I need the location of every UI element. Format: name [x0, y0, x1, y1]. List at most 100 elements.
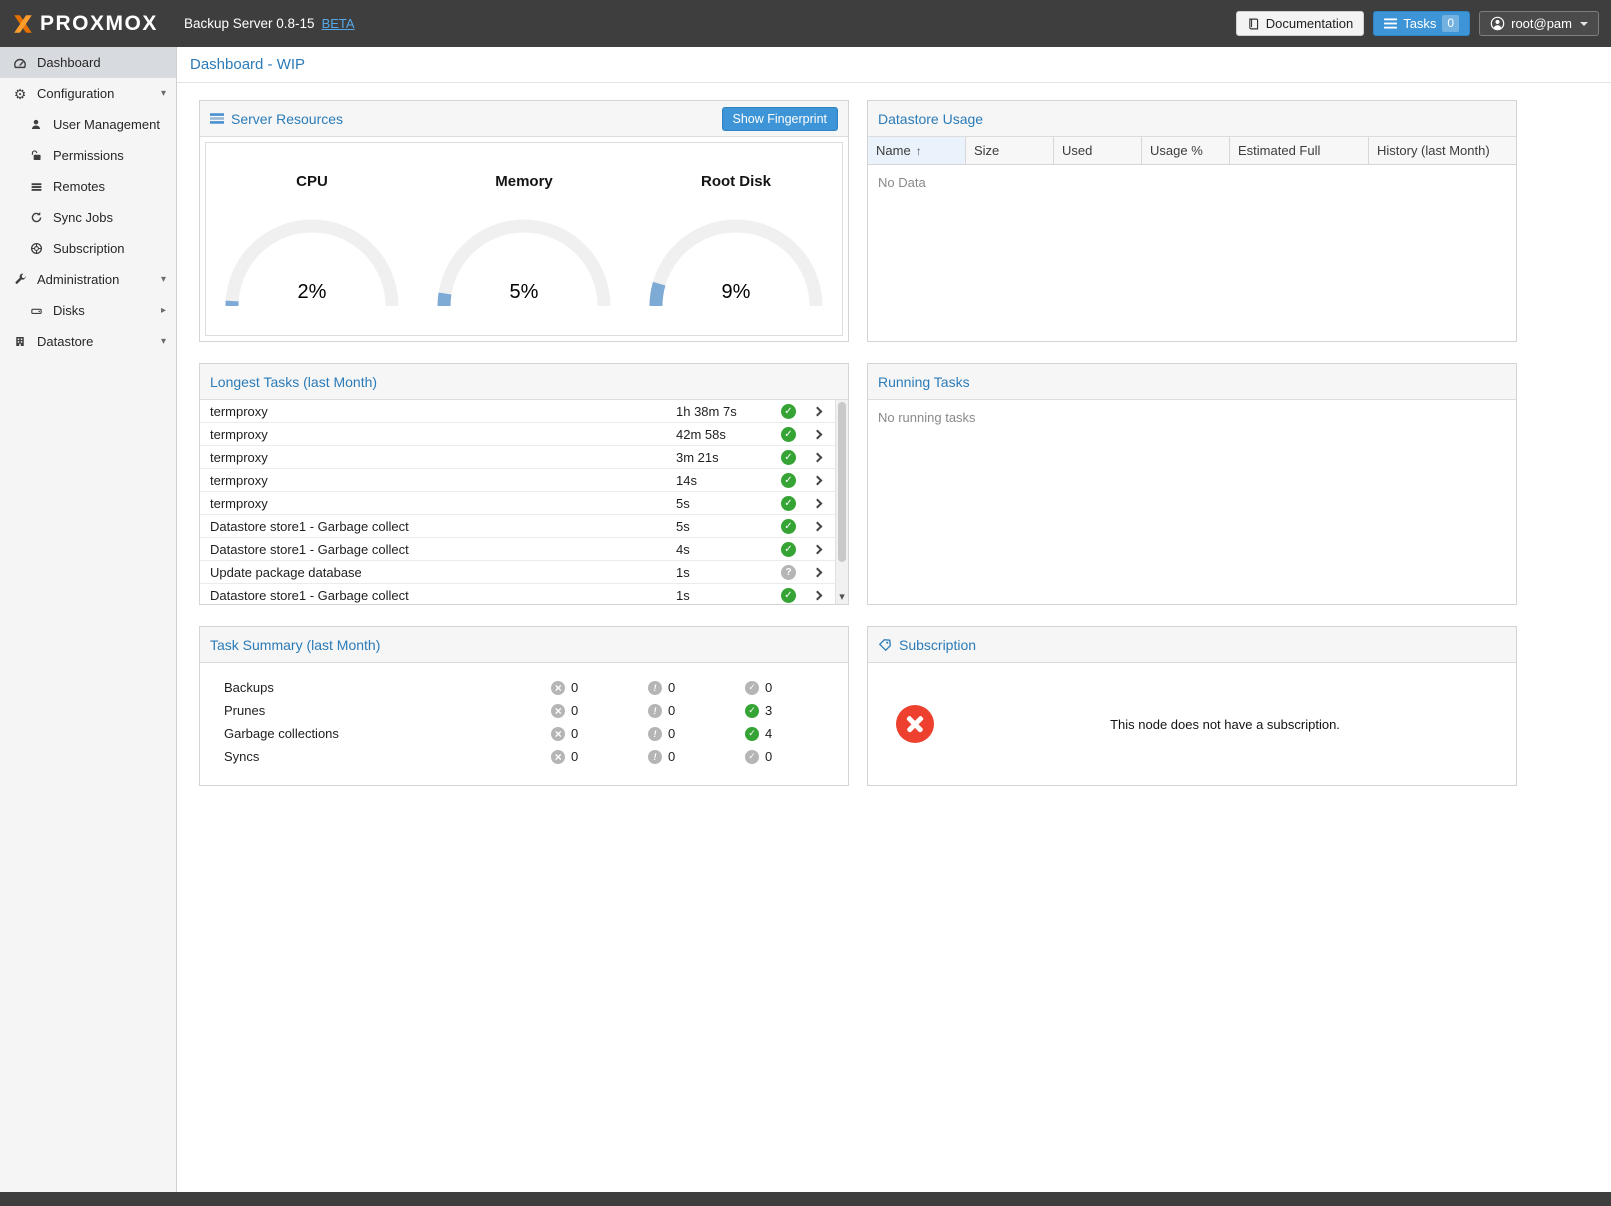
bottom-bar [0, 1192, 1611, 1206]
task-list: termproxy 1h 38m 7s termproxy 42m 58s te… [200, 400, 835, 604]
column-header-size[interactable]: Size [966, 137, 1054, 164]
task-duration: 1s [676, 588, 781, 603]
sidebar-item-label: Administration [37, 272, 119, 287]
gauge-label: CPU [296, 173, 328, 190]
summary-row[interactable]: Backups 0 0 0 [200, 676, 848, 699]
running-tasks-panel: Running Tasks No running tasks [867, 363, 1517, 605]
chevron-right-icon[interactable] [813, 567, 823, 577]
ok-count: 0 [765, 680, 772, 695]
sidebar-item-configuration[interactable]: ⚙ Configuration [0, 78, 176, 109]
status-ok-icon [781, 404, 796, 419]
chevron-right-icon[interactable] [813, 452, 823, 462]
proxmox-x-icon [12, 13, 34, 35]
sidebar-item-subscription[interactable]: Subscription [0, 233, 176, 264]
task-row[interactable]: Update package database 1s [200, 561, 835, 584]
scroll-down-arrow-icon[interactable] [836, 591, 848, 603]
task-summary-table: Backups 0 0 0 Prunes 0 0 3 Garbage colle… [200, 663, 848, 768]
main-area: Dashboard - WIP Server Resources Show Fi… [177, 47, 1611, 1192]
task-name: termproxy [210, 450, 676, 465]
chevron-down-icon[interactable] [161, 274, 166, 285]
tasks-button[interactable]: Tasks 0 [1373, 11, 1470, 36]
show-fingerprint-button[interactable]: Show Fingerprint [722, 107, 839, 131]
gauge-value: 9% [641, 281, 831, 304]
task-row[interactable]: termproxy 1h 38m 7s [200, 400, 835, 423]
gauge-label: Root Disk [701, 173, 771, 190]
sidebar-item-administration[interactable]: Administration [0, 264, 176, 295]
task-row[interactable]: termproxy 14s [200, 469, 835, 492]
chevron-right-icon[interactable] [813, 521, 823, 531]
chevron-right-icon[interactable] [813, 406, 823, 416]
tasks-count-badge: 0 [1442, 15, 1459, 32]
sidebar-item-label: Permissions [53, 148, 124, 163]
panel-title: Longest Tasks (last Month) [210, 374, 377, 390]
chevron-right-icon[interactable] [161, 305, 166, 316]
ok-count-icon [745, 750, 759, 764]
sidebar-item-label: Remotes [53, 179, 105, 194]
chevron-down-icon[interactable] [161, 336, 166, 347]
sidebar-item-label: Configuration [37, 86, 114, 101]
sidebar-item-disks[interactable]: Disks [0, 295, 176, 326]
column-header-history[interactable]: History (last Month) [1369, 137, 1516, 164]
user-menu-button[interactable]: root@pam [1479, 11, 1599, 36]
task-name: termproxy [210, 496, 676, 511]
chevron-right-icon[interactable] [813, 590, 823, 600]
status-ok-icon [781, 496, 796, 511]
scrollbar[interactable] [835, 400, 848, 604]
summary-row[interactable]: Prunes 0 0 3 [200, 699, 848, 722]
task-row[interactable]: Datastore store1 - Garbage collect 1s [200, 584, 835, 604]
sidebar-item-dashboard[interactable]: Dashboard [0, 47, 176, 78]
summary-row[interactable]: Garbage collections 0 0 4 [200, 722, 848, 745]
chevron-right-icon[interactable] [813, 475, 823, 485]
column-header-usage-pct[interactable]: Usage % [1142, 137, 1230, 164]
sidebar-item-label: Datastore [37, 334, 93, 349]
error-count: 0 [571, 703, 578, 718]
page-title: Dashboard - WIP [190, 56, 305, 73]
error-count: 0 [571, 749, 578, 764]
sidebar-item-datastore[interactable]: Datastore [0, 326, 176, 357]
panel-title: Subscription [899, 637, 976, 653]
task-row[interactable]: Datastore store1 - Garbage collect 4s [200, 538, 835, 561]
task-row[interactable]: termproxy 3m 21s [200, 446, 835, 469]
task-row[interactable]: termproxy 5s [200, 492, 835, 515]
warning-count: 0 [668, 703, 675, 718]
summary-label: Prunes [224, 703, 551, 718]
summary-label: Garbage collections [224, 726, 551, 741]
chevron-down-icon[interactable] [161, 88, 166, 99]
sidebar-item-remotes[interactable]: Remotes [0, 171, 176, 202]
datastore-usage-panel: Datastore Usage Name Size Used Usage % E… [867, 100, 1517, 342]
column-header-used[interactable]: Used [1054, 137, 1142, 164]
task-duration: 42m 58s [676, 427, 781, 442]
task-row[interactable]: Datastore store1 - Garbage collect 5s [200, 515, 835, 538]
scrollbar-thumb[interactable] [838, 402, 846, 562]
column-header-name[interactable]: Name [868, 137, 966, 164]
sidebar-item-user-management[interactable]: User Management [0, 109, 176, 140]
longest-tasks-panel: Longest Tasks (last Month) termproxy 1h … [199, 363, 849, 605]
documentation-button[interactable]: Documentation [1236, 11, 1364, 36]
gauge-value: 5% [429, 281, 619, 304]
warning-count-icon [648, 704, 662, 718]
summary-label: Syncs [224, 749, 551, 764]
task-row[interactable]: termproxy 42m 58s [200, 423, 835, 446]
task-duration: 3m 21s [676, 450, 781, 465]
column-header-estimated-full[interactable]: Estimated Full [1230, 137, 1369, 164]
sidebar-item-sync-jobs[interactable]: Sync Jobs [0, 202, 176, 233]
page-header: Dashboard - WIP [177, 47, 1611, 83]
chevron-right-icon[interactable] [813, 429, 823, 439]
task-name: Update package database [210, 565, 676, 580]
chevron-right-icon[interactable] [813, 498, 823, 508]
summary-row[interactable]: Syncs 0 0 0 [200, 745, 848, 768]
topbar: PROXMOX Backup Server 0.8-15 BETA Docume… [0, 0, 1611, 47]
error-count-icon [551, 681, 565, 695]
server-resources-icon [210, 112, 224, 125]
error-count-icon [551, 704, 565, 718]
sidebar-item-permissions[interactable]: Permissions [0, 140, 176, 171]
sidebar-item-label: Sync Jobs [53, 210, 113, 225]
task-duration: 5s [676, 519, 781, 534]
no-data-text: No Data [868, 165, 1516, 200]
proxmox-logo: PROXMOX [12, 12, 180, 36]
subscription-message: This node does not have a subscription. [934, 717, 1516, 732]
chevron-right-icon[interactable] [813, 544, 823, 554]
task-name: Datastore store1 - Garbage collect [210, 588, 676, 603]
status-ok-icon [781, 427, 796, 442]
beta-link[interactable]: BETA [322, 16, 355, 31]
